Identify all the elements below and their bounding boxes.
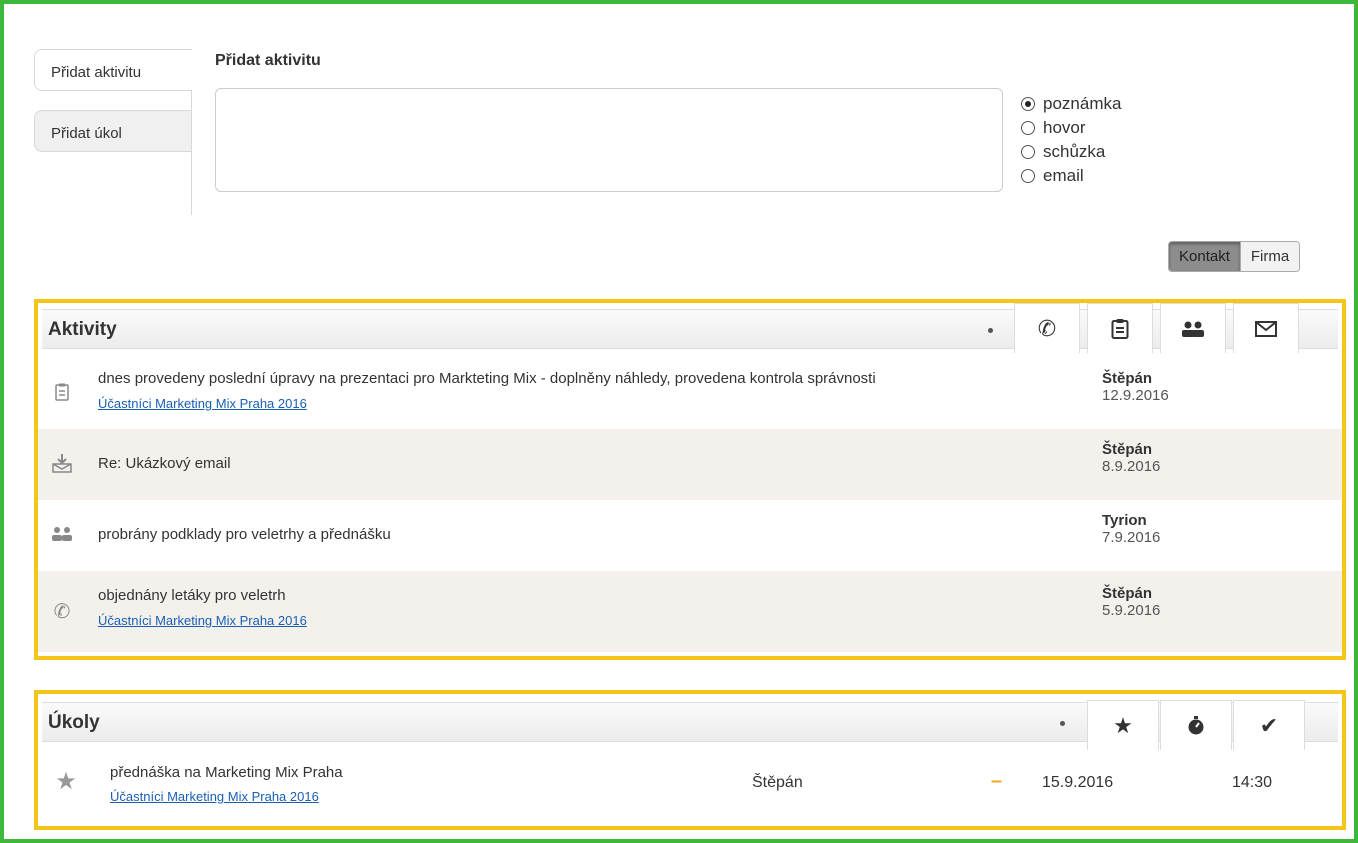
tab-add-task[interactable]: Přidat úkol: [34, 110, 192, 152]
activity-type-radio-group: poznámka hovor schůzka email: [1021, 92, 1121, 188]
filter-star-tab[interactable]: ★: [1087, 700, 1159, 750]
activity-author: Tyrion: [1102, 512, 1147, 529]
phone-icon: ✆: [53, 600, 71, 623]
filter-phone-tab[interactable]: ✆: [1014, 303, 1080, 353]
form-title: Přidat aktivitu: [215, 52, 321, 69]
star-icon: ★: [55, 767, 77, 795]
activity-text: Re: Ukázkový email: [98, 455, 231, 472]
activity-row[interactable]: dnes provedeny poslední úpravy na prezen…: [38, 358, 1342, 429]
check-icon: ✔: [1259, 712, 1279, 738]
phone-icon: ✆: [1037, 315, 1057, 341]
contact-company-toggle: Kontakt Firma: [1168, 241, 1301, 272]
task-assignee: Štěpán: [752, 774, 803, 791]
star-icon: ★: [1113, 712, 1133, 738]
toggle-company-button[interactable]: Firma: [1239, 242, 1300, 271]
tab-add-activity[interactable]: Přidat aktivitu: [34, 49, 192, 91]
task-time: 14:30: [1232, 774, 1273, 791]
radio-button[interactable]: [1021, 97, 1035, 111]
activity-date: 8.9.2016: [1102, 458, 1161, 475]
clipboard-icon: [50, 380, 74, 404]
clipboard-icon: [1111, 318, 1129, 339]
radio-label: poznámka: [1043, 94, 1122, 113]
meeting-icon: [50, 522, 74, 546]
activity-link[interactable]: Účastníci Marketing Mix Praha 2016: [98, 613, 307, 628]
filter-done-tab[interactable]: ✔: [1233, 700, 1305, 750]
radio-option-call[interactable]: hovor: [1021, 116, 1121, 140]
radio-label: email: [1043, 166, 1084, 185]
task-link[interactable]: Účastníci Marketing Mix Praha 2016: [110, 789, 319, 804]
task-text: přednáška na Marketing Mix Praha: [110, 764, 343, 781]
filter-all-dot[interactable]: [988, 328, 993, 333]
task-date: 15.9.2016: [1042, 774, 1114, 791]
activity-link[interactable]: Účastníci Marketing Mix Praha 2016: [98, 396, 307, 411]
filter-note-tab[interactable]: [1087, 303, 1153, 353]
radio-button[interactable]: [1021, 169, 1035, 183]
task-priority: –: [991, 770, 1003, 792]
activity-text: objednány letáky pro veletrh: [98, 587, 286, 604]
filter-email-tab[interactable]: [1233, 303, 1299, 353]
activity-note-textarea[interactable]: [215, 88, 1003, 192]
email-icon: [1255, 320, 1277, 337]
tasks-panel: Úkoly ★ ✔ ★ přednáška na Marketing Mix P…: [34, 690, 1346, 830]
radio-label: hovor: [1043, 118, 1086, 137]
filter-meeting-tab[interactable]: [1160, 303, 1226, 353]
activity-author: Štěpán: [1102, 370, 1153, 387]
activity-row[interactable]: ✆ objednány letáky pro veletrh Účastníci…: [38, 571, 1342, 652]
side-divider: [191, 91, 192, 215]
filter-deadline-tab[interactable]: [1160, 700, 1232, 750]
radio-button[interactable]: [1021, 121, 1035, 135]
activity-date: 7.9.2016: [1102, 529, 1161, 546]
toggle-contact-button[interactable]: Kontakt: [1169, 242, 1240, 271]
activities-panel: Aktivity ✆ dnes provedeny poslední úprav…: [34, 299, 1346, 660]
tasks-title: Úkoly: [48, 712, 100, 733]
activity-text: dnes provedeny poslední úpravy na prezen…: [98, 370, 876, 387]
radio-option-meeting[interactable]: schůzka: [1021, 140, 1121, 164]
activity-author: Štěpán: [1102, 585, 1153, 602]
inbox-email-icon: [50, 451, 74, 475]
radio-label: schůzka: [1043, 142, 1106, 161]
task-row[interactable]: ★ přednáška na Marketing Mix Praha Účast…: [38, 752, 1342, 822]
stopwatch-icon: [1188, 715, 1204, 734]
radio-option-email[interactable]: email: [1021, 164, 1121, 188]
activity-row[interactable]: Re: Ukázkový email Štěpán 8.9.2016: [38, 429, 1342, 500]
activity-date: 12.9.2016: [1102, 387, 1169, 404]
activity-row[interactable]: probrány podklady pro veletrhy a přednáš…: [38, 500, 1342, 571]
radio-option-note[interactable]: poznámka: [1021, 92, 1121, 116]
radio-button[interactable]: [1021, 145, 1035, 159]
activities-title: Aktivity: [48, 319, 117, 340]
meeting-icon: [1182, 321, 1204, 337]
activity-author: Štěpán: [1102, 441, 1153, 458]
activity-date: 5.9.2016: [1102, 602, 1161, 619]
filter-all-dot[interactable]: [1060, 721, 1065, 726]
activity-text: probrány podklady pro veletrhy a přednáš…: [98, 526, 391, 543]
